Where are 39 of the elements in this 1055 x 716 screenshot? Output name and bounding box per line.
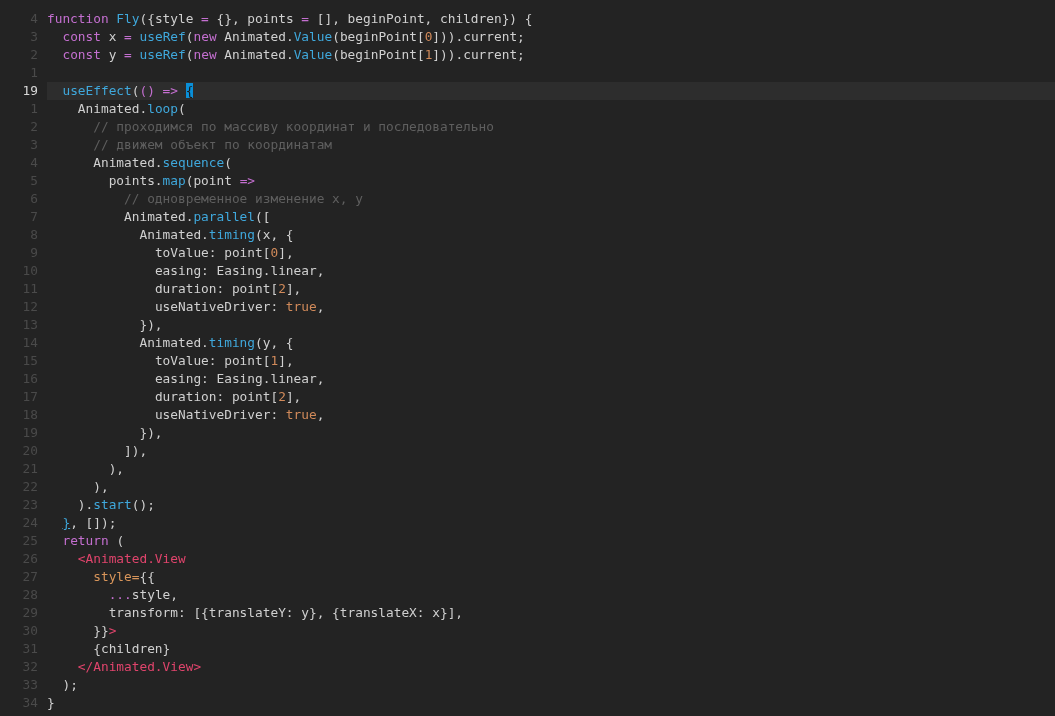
code-line: points.map(point =>	[107, 173, 256, 188]
code-line: ]),	[123, 443, 148, 458]
code-line: ).start();	[76, 497, 155, 512]
code-line: easing: Easing.linear,	[153, 263, 325, 278]
code-line: style={{	[92, 569, 155, 584]
code-line: ),	[107, 461, 125, 476]
code-line: ...style,	[107, 587, 178, 602]
code-line: // одновременное изменение x, y	[123, 191, 363, 206]
code-line: function Fly({style = {}, points = [], beginPoint, children}) {	[47, 11, 533, 26]
code-line: Animated.timing(y, {	[138, 335, 294, 350]
code-line: toValue: point[1],	[153, 353, 294, 368]
code-line: }),	[138, 425, 163, 440]
code-line: toValue: point[0],	[153, 245, 294, 260]
code-line: Animated.timing(x, {	[138, 227, 294, 242]
line-number: 19	[21, 82, 38, 100]
code-line: );	[61, 677, 78, 692]
code-line: easing: Easing.linear,	[153, 371, 325, 386]
code-line: useEffect(() => {	[61, 83, 194, 98]
code-line: // движем объект по координатам	[92, 137, 333, 152]
code-line: Animated.loop(	[76, 101, 186, 116]
code-line: </Animated.View>	[76, 659, 202, 674]
code-line: transform: [{translateY: y}, {translateX: x}],	[107, 605, 464, 620]
code-line: useNativeDriver: true,	[153, 407, 325, 422]
code-line: }),	[138, 317, 163, 332]
code-line: {children}	[92, 641, 171, 656]
code-line: }	[47, 695, 55, 710]
code-line: return (	[61, 533, 125, 548]
code-line: const y = useRef(new Animated.Value(beginPoint[1])).current;	[61, 47, 525, 62]
code-line: useNativeDriver: true,	[153, 299, 325, 314]
code-line: Animated.parallel([	[123, 209, 271, 224]
code-line: }}>	[92, 623, 117, 638]
code-line: <Animated.View	[76, 551, 186, 566]
code-line: }, []);	[61, 515, 117, 530]
code-line: duration: point[2],	[153, 281, 302, 296]
code-line: Animated.sequence(	[92, 155, 232, 170]
code-line: ),	[92, 479, 109, 494]
code-line: const x = useRef(new Animated.Value(beginPoint[0])).current;	[61, 29, 525, 44]
code-line: // проходимся по массиву координат и последовательно	[92, 119, 494, 134]
code-line: duration: point[2],	[153, 389, 302, 404]
